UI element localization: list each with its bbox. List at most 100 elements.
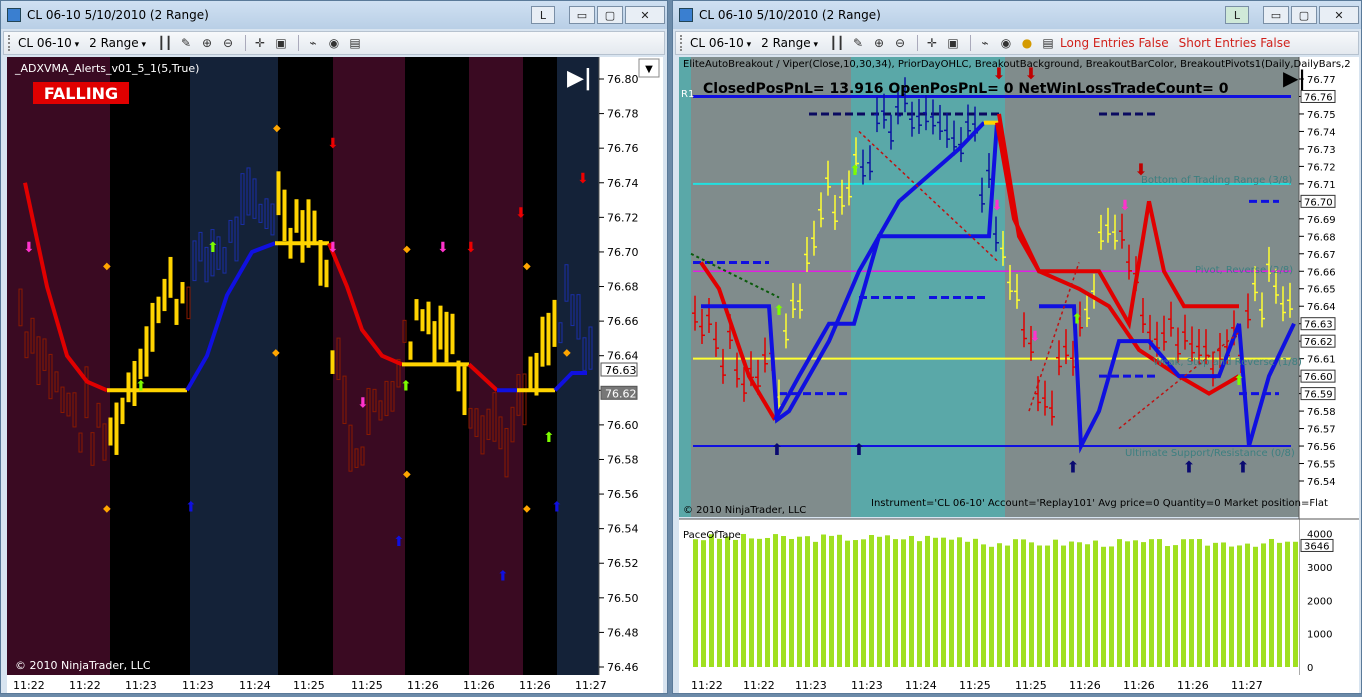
diamond-marker-icon: ◆ <box>403 244 411 255</box>
time-tick-label: 11:23 <box>125 679 157 692</box>
pace-of-tape-bar <box>837 534 842 667</box>
long-entries-toggle[interactable]: Long Entries False <box>1060 36 1169 50</box>
time-tick-label: 11:27 <box>575 679 607 692</box>
buy-arrow-icon: ⬆ <box>207 240 219 256</box>
strategies-icon[interactable]: ◉ <box>325 35 343 51</box>
candle-bar <box>114 402 119 455</box>
background-band <box>557 57 599 675</box>
candle-bar <box>324 259 329 288</box>
pace-of-tape-bar <box>1245 543 1250 667</box>
sell-arrow-icon: ⬇ <box>1029 329 1041 345</box>
buy-arrow-icon: ⬆ <box>185 499 197 515</box>
toolbar-grip[interactable] <box>680 35 684 51</box>
pace-of-tape-bar <box>1053 539 1058 667</box>
price-tick-label: 76.73 <box>1307 145 1336 156</box>
price-tick-label: 76.74 <box>1307 127 1336 138</box>
price-chart[interactable]: ⬆⬆⬆⬆⬆⬇⬇⬇⬇⬇⬇⬆⬆⬆⬆ 76.7776.7676.7576.7476.7… <box>679 57 1359 697</box>
coin-icon[interactable]: ● <box>1018 35 1036 51</box>
zoom-out-icon[interactable]: ⊖ <box>891 35 909 51</box>
zoom-in-icon[interactable]: ⊕ <box>870 35 888 51</box>
left-chart-canvas[interactable]: ◆ ◆ ◆ ◆ ◆ ◆ ◆ ◆ ◆ ⬇ ⬇ ⬇ ⬇ ⬇ ⬇ ⬇ ⬇ ⬆ ⬆ ⬆ ⬆ ⬆ ⬆ ⬆ ⬆ 76.80 76.78 76.7… <box>7 57 663 693</box>
crosshair-icon[interactable]: ✛ <box>251 35 269 51</box>
data-box-icon[interactable]: ▣ <box>272 35 290 51</box>
time-tick-label: 11:26 <box>1123 679 1155 692</box>
diamond-marker-icon: ◆ <box>563 348 571 359</box>
time-axis[interactable] <box>7 675 663 693</box>
instrument-selector[interactable]: CL 06-10 <box>18 36 79 50</box>
minimize-button[interactable]: ▭ <box>569 6 595 24</box>
background-band <box>469 57 523 675</box>
sell-arrow-icon: ⬇ <box>357 396 369 412</box>
price-tick-label: 76.56 <box>607 488 639 501</box>
close-button[interactable]: ✕ <box>1319 6 1359 24</box>
link-button[interactable]: L <box>531 6 555 24</box>
pace-of-tape-bar <box>749 538 754 667</box>
chevron-down-icon: ▼ <box>645 64 653 75</box>
crosshair-icon[interactable]: ✛ <box>923 35 941 51</box>
price-chart[interactable]: ◆ ◆ ◆ ◆ ◆ ◆ ◆ ◆ ◆ ⬇ ⬇ ⬇ ⬇ ⬇ ⬇ ⬇ ⬇ ⬆ ⬆ ⬆ ⬆ ⬆ ⬆ ⬆ ⬆ 76.80 76.78 76.7… <box>7 57 663 697</box>
price-tick-label: 76.78 <box>607 108 639 121</box>
short-entries-toggle[interactable]: Short Entries False <box>1179 36 1291 50</box>
pace-of-tape-bar <box>1077 542 1082 667</box>
pencil-icon[interactable]: ✎ <box>177 35 195 51</box>
title-bar[interactable]: CL 06-10 5/10/2010 (2 Range) L ▭ ▢ ✕ <box>1 1 667 29</box>
pencil-icon[interactable]: ✎ <box>849 35 867 51</box>
time-tick-label: 11:27 <box>1231 679 1263 692</box>
close-button[interactable]: ✕ <box>625 6 665 24</box>
indicators-icon[interactable]: ⌁ <box>976 35 994 51</box>
scroll-end-icon[interactable]: ▶| <box>567 66 592 91</box>
price-tick-label: 76.54 <box>607 523 639 536</box>
pace-of-tape-bar <box>941 537 946 667</box>
bar-style-icon[interactable]: ┃┃ <box>828 35 846 51</box>
indicator-label: _ADXVMA_Alerts_v01_5_1(5,True) <box>14 62 199 75</box>
bar-style-icon[interactable]: ┃┃ <box>156 35 174 51</box>
current-price-label: 76.62 <box>605 387 637 400</box>
pace-of-tape-bar <box>1117 539 1122 667</box>
period-selector[interactable]: 2 Range <box>89 36 146 50</box>
diamond-marker-icon: ◆ <box>272 348 280 359</box>
properties-icon[interactable]: ▤ <box>1039 35 1057 51</box>
link-button[interactable]: L <box>1225 6 1249 24</box>
minimize-button[interactable]: ▭ <box>1263 6 1289 24</box>
maximize-button[interactable]: ▢ <box>597 6 623 24</box>
price-tick-label: 76.74 <box>607 177 639 190</box>
properties-icon[interactable]: ▤ <box>346 35 364 51</box>
data-box-icon[interactable]: ▣ <box>944 35 962 51</box>
title-bar[interactable]: CL 06-10 5/10/2010 (2 Range) L ▭ ▢ ✕ <box>673 1 1361 29</box>
indicators-icon[interactable]: ⌁ <box>304 35 322 51</box>
maximize-button[interactable]: ▢ <box>1291 6 1317 24</box>
candle-bar <box>294 199 299 233</box>
diamond-marker-icon: ◆ <box>103 261 111 272</box>
scroll-end-icon[interactable]: ▶| <box>1283 66 1306 90</box>
period-selector[interactable]: 2 Range <box>761 36 818 50</box>
pace-of-tape-bar <box>1293 541 1298 667</box>
candle-bar <box>312 210 317 246</box>
pace-of-tape-bar <box>1141 542 1146 667</box>
buy-arrow-icon: ⬆ <box>135 378 147 394</box>
volume-tick-label: 3000 <box>1307 563 1332 574</box>
right-chart-canvas[interactable]: ⬆⬆⬆⬆⬆⬇⬇⬇⬇⬇⬇⬆⬆⬆⬆ 76.7776.7676.7576.7476.7… <box>679 57 1359 693</box>
time-tick-label: 11:23 <box>182 679 214 692</box>
zoom-out-icon[interactable]: ⊖ <box>219 35 237 51</box>
pace-of-tape-bar <box>773 534 778 667</box>
time-tick-label: 11:25 <box>351 679 383 692</box>
instrument-selector[interactable]: CL 06-10 <box>690 36 751 50</box>
candle-bar <box>438 305 443 350</box>
zoom-in-icon[interactable]: ⊕ <box>198 35 216 51</box>
time-tick-label: 11:26 <box>407 679 439 692</box>
pace-of-tape-bar <box>957 537 962 667</box>
buy-arrow-icon: ⬆ <box>852 440 865 459</box>
candle-bar <box>162 278 167 312</box>
pace-of-tape-bar <box>933 537 938 667</box>
candle-bar <box>168 256 173 298</box>
price-tick-label: 76.80 <box>607 73 639 86</box>
pace-of-tape-bar <box>901 539 906 667</box>
pace-of-tape-bar <box>1133 540 1138 667</box>
price-tick-label: 76.55 <box>1307 460 1336 471</box>
toolbar-grip[interactable] <box>8 35 12 51</box>
strategies-icon[interactable]: ◉ <box>997 35 1015 51</box>
current-price-label: 76.60 <box>1304 372 1333 383</box>
candle-bar <box>450 313 455 355</box>
price-tick-label: 76.75 <box>1307 110 1336 121</box>
candle-bar <box>444 311 449 363</box>
